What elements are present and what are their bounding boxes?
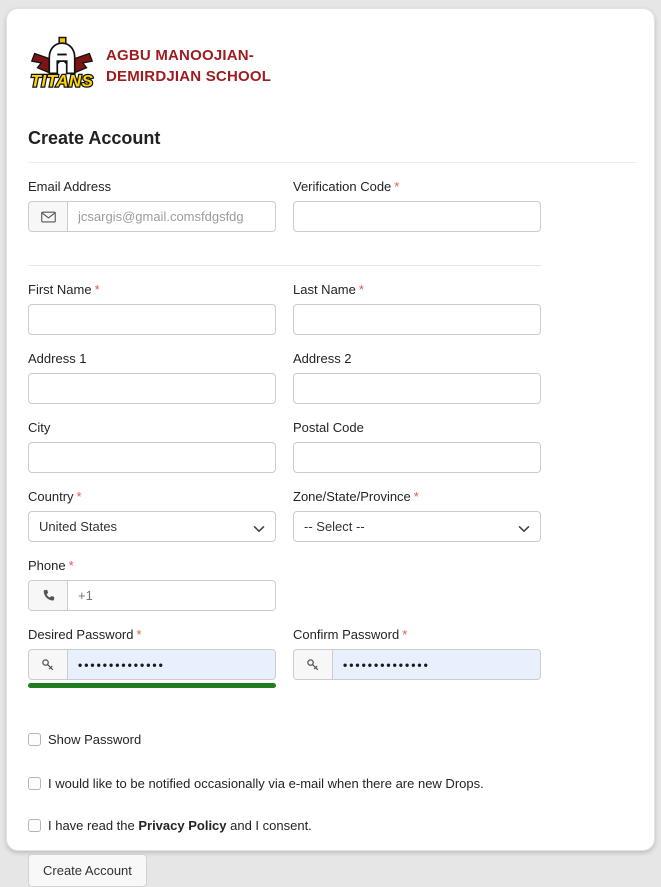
email-field-group: Email Address (28, 179, 276, 232)
required-asterisk: * (77, 489, 82, 504)
country-select[interactable]: United States (28, 511, 276, 542)
heading-divider (28, 162, 637, 163)
verification-code-field-group: Verification Code* (293, 179, 541, 232)
desired-password-label: Desired Password* (28, 627, 276, 642)
email-label: Email Address (28, 179, 276, 194)
confirm-password-input[interactable] (333, 650, 540, 679)
confirm-password-field-group: Confirm Password* (293, 627, 541, 688)
required-asterisk: * (359, 282, 364, 297)
school-brand: TITANS AGBU MANOOJIAN- DEMIRDJIAN SCHOOL (28, 35, 637, 96)
address1-field-group: Address 1 (28, 351, 276, 404)
last-name-label: Last Name* (293, 282, 541, 297)
email-input-group (28, 201, 276, 232)
password-strength-bar (28, 683, 276, 688)
required-asterisk: * (69, 558, 74, 573)
phone-input[interactable] (68, 581, 275, 610)
show-password-label: Show Password (48, 732, 141, 747)
zone-label: Zone/State/Province* (293, 489, 541, 504)
address1-label: Address 1 (28, 351, 276, 366)
desired-password-input[interactable] (68, 650, 275, 679)
privacy-label: I have read the Privacy Policy and I con… (48, 818, 312, 833)
zone-select[interactable]: -- Select -- (293, 511, 541, 542)
first-name-label: First Name* (28, 282, 276, 297)
svg-text:TITANS: TITANS (31, 72, 94, 91)
confirm-password-input-group (293, 649, 541, 680)
page-title: Create Account (28, 128, 637, 149)
required-asterisk: * (137, 627, 142, 642)
postal-code-field-group: Postal Code (293, 420, 541, 473)
city-input[interactable] (28, 442, 276, 473)
address2-label: Address 2 (293, 351, 541, 366)
country-field-group: Country* United States (28, 489, 276, 542)
chevron-down-icon (518, 521, 530, 536)
titans-logo-icon: TITANS (28, 35, 96, 96)
required-asterisk: * (394, 179, 399, 194)
notify-checkbox[interactable] (28, 777, 41, 790)
desired-password-field-group: Desired Password* (28, 627, 276, 688)
last-name-field-group: Last Name* (293, 282, 541, 335)
phone-input-group (28, 580, 276, 611)
required-asterisk: * (414, 489, 419, 504)
show-password-checkbox[interactable] (28, 733, 41, 746)
address1-input[interactable] (28, 373, 276, 404)
address2-field-group: Address 2 (293, 351, 541, 404)
phone-field-group: Phone* (28, 558, 276, 611)
show-password-row: Show Password (28, 732, 541, 747)
envelope-icon (29, 202, 68, 231)
create-account-card: TITANS AGBU MANOOJIAN- DEMIRDJIAN SCHOOL… (6, 8, 655, 851)
city-field-group: City (28, 420, 276, 473)
privacy-row: I have read the Privacy Policy and I con… (28, 818, 541, 833)
country-label: Country* (28, 489, 276, 504)
key-icon (29, 650, 68, 679)
phone-icon (29, 581, 68, 610)
notify-row: I would like to be notified occasionally… (28, 776, 541, 791)
chevron-down-icon (253, 521, 265, 536)
city-label: City (28, 420, 276, 435)
required-asterisk: * (95, 282, 100, 297)
email-input[interactable] (68, 202, 275, 231)
phone-label: Phone* (28, 558, 276, 573)
postal-code-input[interactable] (293, 442, 541, 473)
last-name-input[interactable] (293, 304, 541, 335)
verification-code-input[interactable] (293, 201, 541, 232)
desired-password-input-group (28, 649, 276, 680)
required-asterisk: * (402, 627, 407, 642)
notify-label: I would like to be notified occasionally… (48, 776, 484, 791)
key-icon (294, 650, 333, 679)
first-name-input[interactable] (28, 304, 276, 335)
create-account-button[interactable]: Create Account (28, 854, 147, 887)
school-name: AGBU MANOOJIAN- DEMIRDJIAN SCHOOL (106, 45, 271, 87)
first-name-field-group: First Name* (28, 282, 276, 335)
verification-code-label: Verification Code* (293, 179, 541, 194)
create-account-form: Email Address Verification Code* (28, 179, 541, 887)
section-divider (28, 265, 541, 266)
postal-code-label: Postal Code (293, 420, 541, 435)
privacy-policy-link[interactable]: Privacy Policy (138, 818, 226, 833)
privacy-checkbox[interactable] (28, 819, 41, 832)
address2-input[interactable] (293, 373, 541, 404)
confirm-password-label: Confirm Password* (293, 627, 541, 642)
zone-field-group: Zone/State/Province* -- Select -- (293, 489, 541, 542)
